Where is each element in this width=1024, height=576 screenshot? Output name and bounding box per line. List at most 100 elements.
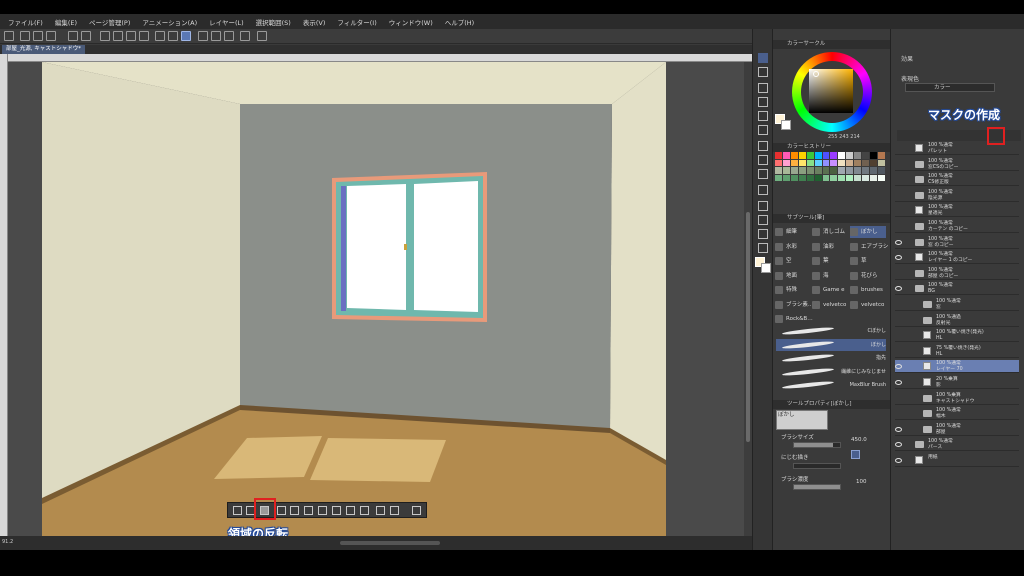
history-swatch[interactable] xyxy=(814,174,822,181)
history-swatch[interactable] xyxy=(830,152,838,159)
visibility-eye-icon[interactable] xyxy=(895,395,901,401)
layer-row[interactable]: 100 %通常 パース xyxy=(895,438,1019,452)
history-swatch[interactable] xyxy=(862,152,870,159)
menu-layer[interactable]: レイヤー(L) xyxy=(209,17,244,27)
color-picker-marker[interactable] xyxy=(813,71,819,77)
sub-color-chip[interactable] xyxy=(761,263,771,273)
layer-row[interactable]: 100 %通常 レイヤー 70 xyxy=(895,360,1019,374)
frame-tool-icon[interactable] xyxy=(758,215,768,225)
history-swatch[interactable] xyxy=(878,167,885,174)
subtool-group[interactable]: ぼかし xyxy=(850,226,886,238)
layer-row[interactable]: 100 %通常 星適光 xyxy=(895,204,1019,218)
horizontal-scrollbar[interactable] xyxy=(340,541,440,545)
history-swatch[interactable] xyxy=(806,152,814,159)
visibility-eye-icon[interactable] xyxy=(895,410,901,416)
expand-area-icon[interactable] xyxy=(277,506,286,515)
history-swatch[interactable] xyxy=(775,174,782,181)
open-icon[interactable] xyxy=(33,31,43,41)
copy-icon[interactable] xyxy=(126,31,136,41)
snap-ruler-icon[interactable] xyxy=(198,31,208,41)
zoom-readout[interactable]: 91.2 xyxy=(2,539,13,545)
save-icon[interactable] xyxy=(46,31,56,41)
subtool-group[interactable]: Game e xyxy=(812,284,848,296)
brush-tool-icon[interactable] xyxy=(758,111,768,121)
subtool-group[interactable]: 消しゴム xyxy=(812,226,848,238)
history-swatch[interactable] xyxy=(790,152,798,159)
visibility-eye-icon[interactable] xyxy=(895,457,902,463)
history-swatch[interactable] xyxy=(806,174,814,181)
snap-special-ruler-icon[interactable] xyxy=(211,31,221,41)
scrollbar-thumb[interactable] xyxy=(746,212,750,442)
visibility-eye-icon[interactable] xyxy=(895,348,901,354)
snap-grid-icon[interactable] xyxy=(224,31,234,41)
pen-tool-icon[interactable] xyxy=(758,83,768,93)
history-swatch[interactable] xyxy=(854,167,862,174)
menu-selection[interactable]: 選択範囲(S) xyxy=(256,17,291,27)
brush-item[interactable]: ぼかし xyxy=(776,338,886,351)
history-swatch[interactable] xyxy=(782,167,790,174)
transform-icon[interactable] xyxy=(139,31,149,41)
history-swatch[interactable] xyxy=(854,159,862,166)
history-swatch[interactable] xyxy=(775,152,782,159)
cut-paste-icon[interactable] xyxy=(332,506,341,515)
layer-row[interactable]: 100 %通常 陰光源 xyxy=(895,189,1019,202)
subtool-group[interactable]: 油彩 xyxy=(812,241,848,253)
subtool-group[interactable]: 空 xyxy=(775,255,811,267)
subtool-group[interactable]: エアブラシ xyxy=(850,241,888,253)
document-tab[interactable]: 部屋_光源, キャストシャドウ* xyxy=(2,45,85,54)
subtool-group[interactable]: velvetco xyxy=(850,299,886,311)
brush-item[interactable]: MaxBlur Brush xyxy=(776,379,886,391)
subtool-tab[interactable]: サブツール[筆] xyxy=(773,214,891,223)
layer-row[interactable]: 100 %通過 反射光 xyxy=(895,314,1019,327)
history-swatch[interactable] xyxy=(822,174,830,181)
layer-row[interactable]: 100 %通常窓 xyxy=(895,298,1019,311)
ruler-tool-icon[interactable] xyxy=(758,229,768,239)
menu-filter[interactable]: フィルター(I) xyxy=(337,17,376,27)
show-selection-icon[interactable] xyxy=(181,31,191,41)
copy-paste-icon[interactable] xyxy=(346,506,355,515)
history-swatch[interactable] xyxy=(830,159,838,166)
subtool-group[interactable]: 草 xyxy=(850,255,886,267)
history-swatch[interactable] xyxy=(814,167,822,174)
transform-icon[interactable] xyxy=(360,506,369,515)
subtool-group[interactable]: 地面 xyxy=(775,270,811,282)
history-swatch[interactable] xyxy=(878,159,885,166)
history-swatch[interactable] xyxy=(830,167,838,174)
move-tool-icon[interactable] xyxy=(758,67,768,77)
fill-icon[interactable] xyxy=(113,31,123,41)
undo-icon[interactable] xyxy=(68,31,78,41)
history-swatch[interactable] xyxy=(870,174,878,181)
brush-size-value[interactable]: 450.0 xyxy=(851,437,867,443)
layer-row[interactable]: 100 %通常 部屋 xyxy=(895,423,1019,436)
brush-item[interactable]: Cぼかし xyxy=(776,325,886,337)
history-swatch[interactable] xyxy=(806,167,814,174)
pen-settings-icon[interactable] xyxy=(257,31,267,41)
brush-size-slider[interactable] xyxy=(793,442,841,448)
history-swatch[interactable] xyxy=(798,167,806,174)
history-swatch[interactable] xyxy=(870,152,878,159)
visibility-eye-icon[interactable] xyxy=(895,301,901,307)
visibility-eye-icon[interactable] xyxy=(895,176,901,182)
redo-icon[interactable] xyxy=(81,31,91,41)
history-swatch[interactable] xyxy=(846,152,854,159)
gradient-tool-icon[interactable] xyxy=(758,185,768,195)
color-wheel-tab[interactable]: カラーサークル xyxy=(773,40,891,49)
canvas-vertical-scrollbar[interactable] xyxy=(744,62,752,536)
menu-help[interactable]: ヘルプ(H) xyxy=(445,17,474,27)
menu-file[interactable]: ファイル(F) xyxy=(8,17,43,27)
history-swatch[interactable] xyxy=(838,159,846,166)
color-history-tab[interactable]: カラーヒストリー xyxy=(773,143,891,152)
create-mask-highlight[interactable] xyxy=(987,127,1005,145)
history-swatch[interactable] xyxy=(854,152,862,159)
history-swatch[interactable] xyxy=(878,174,885,181)
deselect-icon[interactable] xyxy=(155,31,165,41)
history-swatch[interactable] xyxy=(798,152,806,159)
history-swatch[interactable] xyxy=(782,152,790,159)
visibility-eye-icon[interactable] xyxy=(895,332,901,338)
menu-page[interactable]: ページ管理(P) xyxy=(89,17,130,27)
history-swatch[interactable] xyxy=(830,174,838,181)
history-swatch[interactable] xyxy=(782,174,790,181)
visibility-eye-icon[interactable] xyxy=(895,285,902,292)
history-swatch[interactable] xyxy=(782,159,790,166)
subtool-group[interactable]: 特殊 xyxy=(775,284,811,296)
